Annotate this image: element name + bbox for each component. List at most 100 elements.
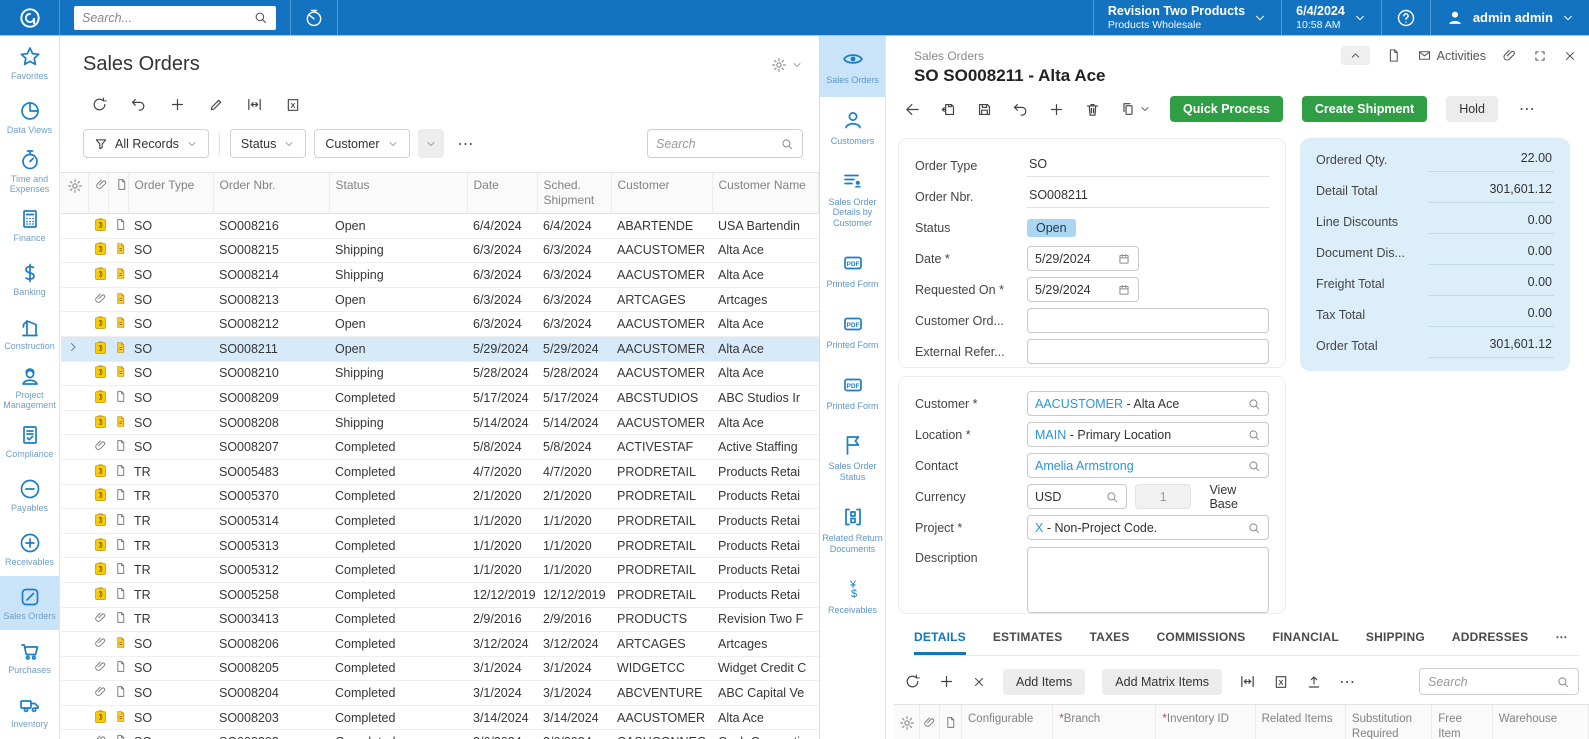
grid-fit-width-button[interactable] [1239,673,1256,690]
expand-panel-button[interactable] [1533,49,1547,63]
column-header-order-type[interactable]: Order Type [128,173,213,214]
close-panel-button[interactable] [1563,49,1577,63]
rail-item-printed-form[interactable]: PDFPrinted Form [820,240,885,301]
column-header-inventory-id[interactable]: *Inventory ID [1156,705,1255,739]
date-field[interactable]: 5/29/2024 [1027,246,1139,271]
sidebar-item-construction[interactable]: Construction [0,306,59,360]
cell-order-nbr[interactable]: SO008203 [213,705,329,730]
rail-item-printed-form[interactable]: PDFPrinted Form [820,362,885,423]
table-row[interactable]: SOSO008202Completed3/6/20243/6/2024CASHC… [61,730,819,739]
business-date-selector[interactable]: 6/4/2024 10:58 AM [1281,0,1381,35]
cell-order-nbr[interactable]: SO005312 [213,558,329,583]
cancel-button[interactable] [1012,101,1029,118]
cell-order-nbr[interactable]: SO008212 [213,312,329,337]
rail-item-related-return-documents[interactable]: Related Return Documents [820,494,885,566]
global-search[interactable] [74,6,276,30]
table-row[interactable]: SOSO008210Shipping5/28/20245/28/2024AACU… [61,361,819,386]
fit-width-button[interactable] [246,96,263,113]
grid-settings-header[interactable] [61,173,88,214]
column-header-sched-shipment[interactable]: Sched. Shipment [537,173,611,214]
save-button[interactable] [976,101,993,118]
rail-item-sales-order-status[interactable]: Sales Order Status [820,422,885,494]
tab-financial[interactable]: FINANCIAL [1272,630,1338,655]
column-header-free-item[interactable]: Free Item [1432,705,1493,739]
table-row[interactable]: SOSO008216Open6/4/20246/4/2024ABARTENDEU… [61,214,819,239]
sidebar-item-sales-orders[interactable]: Sales Orders [0,576,59,630]
table-row[interactable]: TRSO005312Completed1/1/20201/1/2020PRODR… [61,558,819,583]
cell-order-nbr[interactable]: SO003413 [213,607,329,632]
company-branch-selector[interactable]: Revision Two Products Products Wholesale [1093,0,1281,35]
rail-item-sales-orders[interactable]: Sales Orders [820,36,885,97]
add-matrix-items-button[interactable]: Add Matrix Items [1102,669,1222,695]
location-field[interactable]: MAIN - Primary Location [1027,422,1269,447]
go-back-button[interactable] [904,101,921,118]
table-row[interactable]: SOSO008207Completed5/8/20245/8/2024ACTIV… [61,435,819,460]
sidebar-item-time-and-expenses[interactable]: Time and Expenses [0,144,59,198]
table-row[interactable]: SOSO008204Completed3/1/20243/1/2024ABCVE… [61,681,819,706]
help-button[interactable] [1381,0,1430,35]
grid-export-excel-button[interactable]: X [1273,674,1289,690]
lookup-icon[interactable] [1247,521,1261,535]
grid-search-input[interactable] [1428,675,1556,689]
calendar-icon[interactable] [1117,252,1131,266]
grid-upload-button[interactable] [1306,674,1322,690]
customer-order-field[interactable] [1027,308,1269,333]
table-row[interactable]: SOSO008209Completed5/17/20245/17/2024ABC… [61,386,819,411]
sidebar-item-inventory[interactable]: Inventory [0,684,59,738]
column-header-order-nbr-[interactable]: Order Nbr. [213,173,329,214]
delete-button[interactable] [1084,101,1101,118]
column-header-substitution-required[interactable]: Substitution Required [1346,705,1432,739]
filter-customer[interactable]: Customer [314,129,409,158]
tab-commissions[interactable]: COMMISSIONS [1157,630,1246,655]
cell-order-nbr[interactable]: SO005483 [213,459,329,484]
table-row[interactable]: SOSO008208Shipping5/14/20245/14/2024AACU… [61,410,819,435]
column-header-related-items[interactable]: Related Items [1256,705,1346,739]
add-record-button[interactable] [169,96,186,113]
sidebar-item-data-views[interactable]: Data Views [0,90,59,144]
table-row[interactable]: SOSO008211Open5/29/20245/29/2024AACUSTOM… [61,336,819,361]
rail-item-sales-order-details-by-customer[interactable]: Sales Order Details by Customer [820,158,885,240]
quick-process-button[interactable]: Quick Process [1170,96,1283,122]
tab-estimates[interactable]: ESTIMATES [993,630,1063,655]
notes-button[interactable] [1386,48,1401,63]
rail-item-customers[interactable]: Customers [820,97,885,158]
cell-order-nbr[interactable]: SO008205 [213,656,329,681]
more-actions-button[interactable]: ⋯ [1519,99,1537,119]
requested-on-field[interactable]: 5/29/2024 [1027,277,1139,302]
cell-order-nbr[interactable]: SO008202 [213,730,329,739]
table-row[interactable]: SOSO008206Completed3/12/20243/12/2024ART… [61,632,819,657]
tab-shipping[interactable]: SHIPPING [1366,630,1425,655]
table-row[interactable]: TRSO005314Completed1/1/20201/1/2020PRODR… [61,509,819,534]
grid-delete-row-button[interactable] [972,675,986,689]
contact-field[interactable]: Amelia Armstrong [1027,453,1269,478]
grid-more-button[interactable]: ⋯ [1339,672,1357,692]
list-search[interactable] [647,129,803,158]
cell-order-nbr[interactable]: SO008204 [213,681,329,706]
cell-order-nbr[interactable]: SO008215 [213,238,329,263]
tab-taxes[interactable]: TAXES [1089,630,1129,655]
activities-button[interactable]: Activities [1417,48,1486,63]
list-settings-button[interactable] [771,57,803,73]
cell-order-nbr[interactable]: SO008214 [213,263,329,288]
time-tracking-button[interactable] [290,0,338,35]
cell-order-nbr[interactable]: SO008210 [213,361,329,386]
undo-button[interactable] [130,96,147,113]
collapse-panel-button[interactable] [1341,46,1370,65]
tab-addresses[interactable]: ADDRESSES [1452,630,1528,655]
cell-order-nbr[interactable]: SO005314 [213,509,329,534]
project-field[interactable]: X - Non-Project Code. [1027,515,1269,540]
table-row[interactable]: TRSO005483Completed4/7/20204/7/2020PRODR… [61,459,819,484]
view-base-button[interactable]: View Base [1201,479,1269,515]
list-search-input[interactable] [656,137,780,151]
external-reference-field[interactable] [1027,339,1269,364]
acumatica-logo-icon[interactable] [0,0,60,35]
copy-paste-button[interactable] [1120,101,1151,117]
create-shipment-button[interactable]: Create Shipment [1302,96,1427,122]
grid-add-row-button[interactable] [938,673,955,690]
sidebar-item-compliance[interactable]: Compliance [0,414,59,468]
column-header-warehouse[interactable]: Warehouse [1493,705,1589,739]
cell-order-nbr[interactable]: SO008213 [213,287,329,312]
tab-details[interactable]: DETAILS [914,630,966,655]
filter-status[interactable]: Status [230,129,306,158]
table-row[interactable]: SOSO008203Completed3/14/20243/14/2024AAC… [61,705,819,730]
